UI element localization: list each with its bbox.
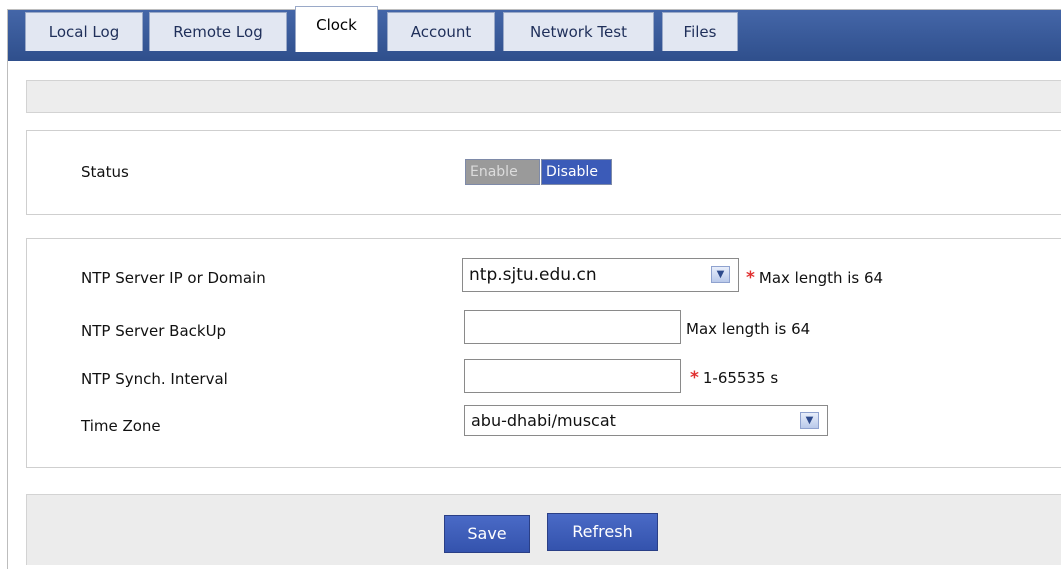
ntp-interval-hint: * 1-65535 s	[690, 368, 778, 388]
ntp-backup-label: NTP Server BackUp	[81, 322, 227, 340]
tab-clock[interactable]: Clock	[295, 6, 378, 52]
ntp-interval-label: NTP Synch. Interval	[81, 370, 228, 388]
chevron-down-icon[interactable]: ▼	[800, 412, 819, 429]
tab-account[interactable]: Account	[387, 12, 495, 51]
ntp-server-select[interactable]: ntp.sjtu.edu.cn ▼	[462, 258, 739, 292]
ntp-server-label: NTP Server IP or Domain	[81, 269, 266, 287]
required-mark: *	[690, 368, 699, 388]
refresh-button[interactable]: Refresh	[547, 513, 658, 551]
tab-local-log[interactable]: Local Log	[25, 12, 143, 51]
chevron-down-icon[interactable]: ▼	[711, 266, 730, 283]
time-zone-select[interactable]: abu-dhabi/muscat ▼	[464, 405, 828, 436]
tab-remote-log[interactable]: Remote Log	[149, 12, 287, 51]
ntp-server-value: ntp.sjtu.edu.cn	[469, 265, 597, 285]
action-footer	[26, 494, 1061, 565]
time-zone-value: abu-dhabi/muscat	[471, 411, 616, 430]
disable-button[interactable]: Disable	[541, 159, 612, 185]
ntp-backup-hint: Max length is 64	[686, 320, 811, 338]
tab-network-test[interactable]: Network Test	[503, 12, 654, 51]
enable-button[interactable]: Enable	[465, 159, 540, 185]
time-zone-label: Time Zone	[81, 417, 161, 435]
ntp-backup-input[interactable]	[464, 310, 681, 344]
ntp-interval-hint-text: 1-65535 s	[702, 369, 779, 387]
section-header-strip	[26, 80, 1061, 113]
save-button[interactable]: Save	[444, 515, 530, 553]
ntp-interval-input[interactable]	[464, 359, 681, 393]
status-label: Status	[81, 163, 129, 181]
ntp-server-hint-text: Max length is 64	[758, 269, 884, 287]
required-mark: *	[746, 268, 755, 288]
ntp-server-hint: * Max length is 64	[746, 268, 883, 288]
tab-files[interactable]: Files	[662, 12, 738, 51]
